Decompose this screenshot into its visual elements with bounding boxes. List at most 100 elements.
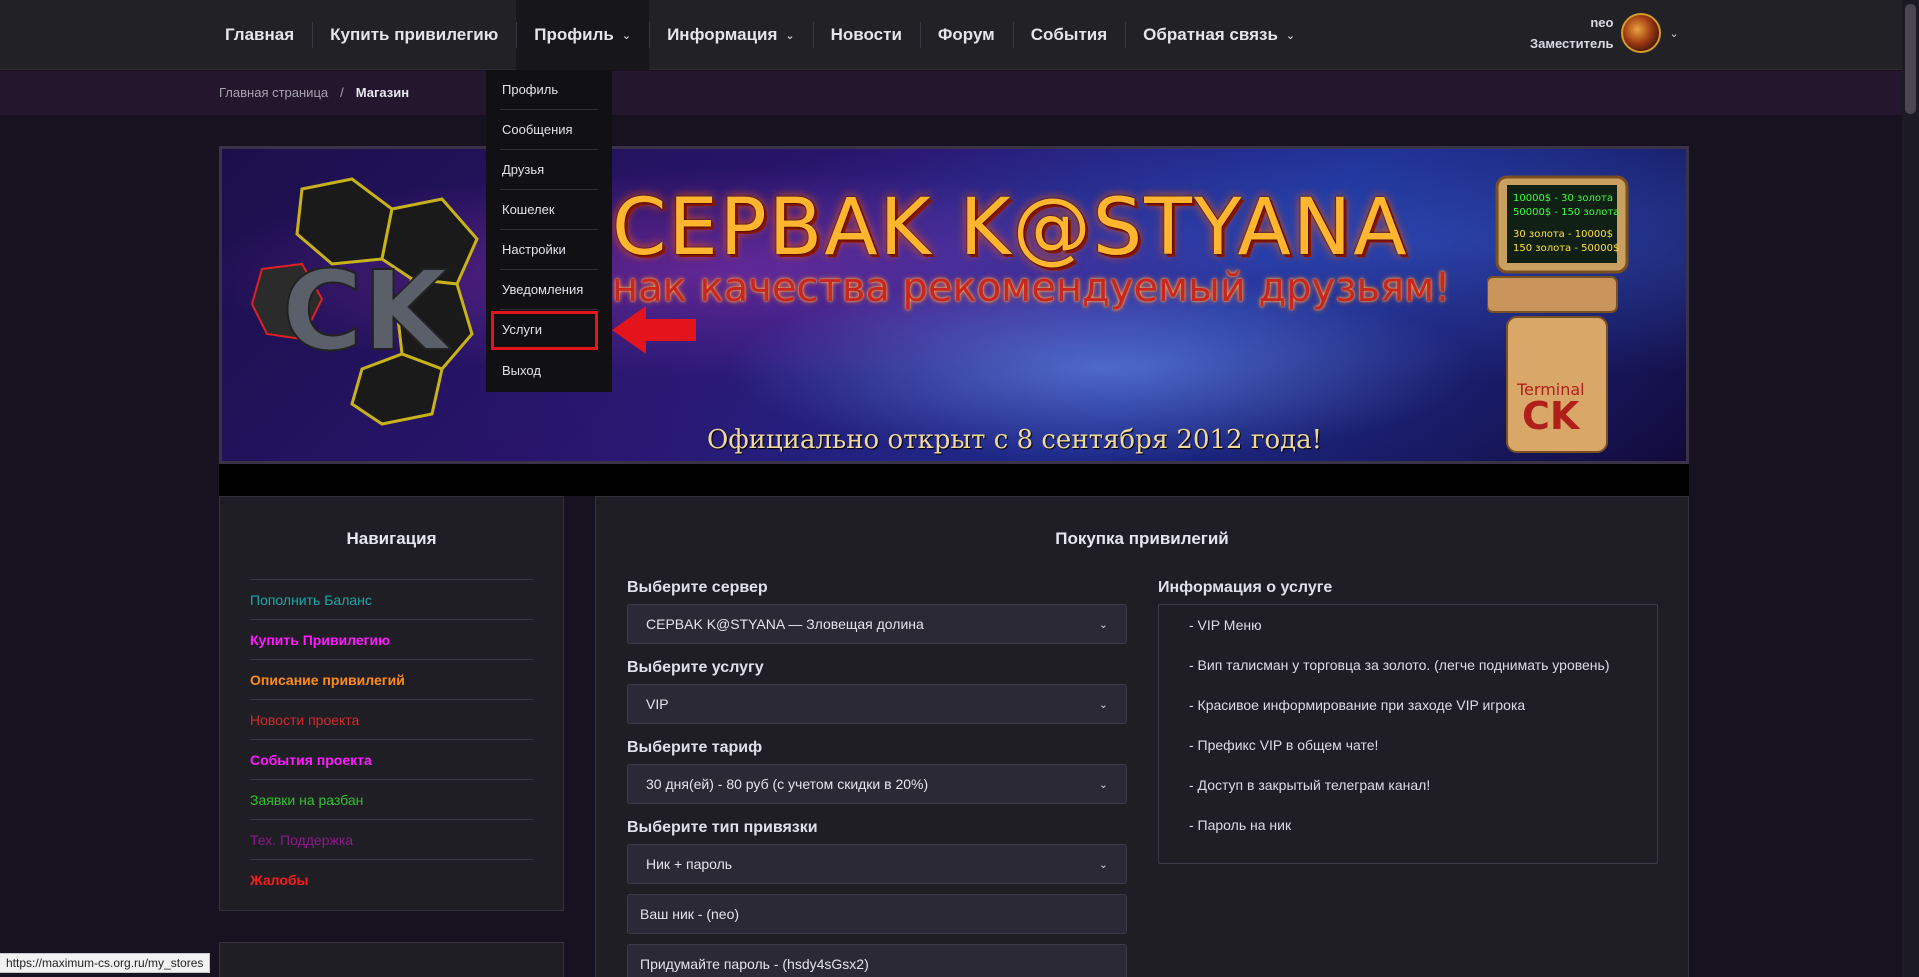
breadcrumb-current: Магазин xyxy=(355,85,410,100)
sidebar-item-label: Пополнить Баланс xyxy=(250,591,372,608)
chevron-down-icon: ⌄ xyxy=(785,29,795,42)
user-menu[interactable]: neo Заместитель ⌄ xyxy=(1530,12,1679,54)
banner-footer: Официально открыт с 8 сентября 2012 года… xyxy=(707,425,1323,455)
avatar[interactable] xyxy=(1621,13,1662,53)
nick-input[interactable]: Ваш ник - (neo) xyxy=(627,894,1127,934)
nav-label: Профиль xyxy=(534,25,614,44)
dropdown-item-friends[interactable]: Друзья xyxy=(500,150,598,190)
sidebar-item-unban-requests[interactable]: Заявки на разбан xyxy=(250,779,533,819)
scrollbar-thumb[interactable] xyxy=(1905,4,1916,114)
site-banner: CK CEPBAK K@STYANA нак качества рекоменд… xyxy=(219,146,1689,464)
nav-label: События xyxy=(1030,25,1108,44)
service-select[interactable]: VIP ⌄ xyxy=(627,684,1127,724)
user-name: neo xyxy=(1590,15,1614,30)
sidebar-item-label: Тех. Поддержка xyxy=(250,831,354,848)
browser-status-url: https://maximum-cs.org.ru/my_stores xyxy=(0,953,211,973)
services-highlight-box xyxy=(491,311,598,350)
breadcrumb-bar: Главная страница / Магазин xyxy=(0,71,1919,115)
chevron-down-icon: ⌄ xyxy=(1285,29,1296,42)
terminal-image: 10000$ - 30 золота 50000$ - 150 золота 3… xyxy=(1487,175,1629,453)
breadcrumb-home[interactable]: Главная страница xyxy=(219,85,328,100)
sidebar-item-label: Заявки на разбан xyxy=(250,791,364,808)
service-info-label: Информация о услуге xyxy=(1158,579,1333,596)
service-info-box: - VIP Меню - Вип талисман у торговца за … xyxy=(1158,604,1658,864)
password-input[interactable]: Придумайте пароль - (hsdy4sGsx2) xyxy=(627,944,1127,977)
main-nav: Главная Купить привилегию Профиль ⌄ Инфор… xyxy=(207,0,1313,70)
nav-label: Главная xyxy=(225,25,295,44)
nav-item-news[interactable]: Новости xyxy=(812,0,920,70)
chevron-down-icon: ⌄ xyxy=(1098,778,1108,791)
sidebar-item-privilege-description[interactable]: Описание привилегий xyxy=(250,659,533,699)
banner-subtitle: нак качества рекомендуемый друзьям! xyxy=(612,265,1451,311)
top-navbar: Главная Купить привилегию Профиль ⌄ Инфор… xyxy=(0,0,1919,70)
server-select-value: CEPBAK K@STYANA — Зловещая долина xyxy=(646,616,924,632)
terminal-line: 10000$ - 30 золота xyxy=(1513,193,1613,204)
nav-item-info[interactable]: Информация ⌄ xyxy=(649,0,813,70)
nav-label: Купить привилегию xyxy=(330,25,499,44)
chevron-down-icon: ⌄ xyxy=(1098,618,1108,631)
dropdown-item-profile[interactable]: Профиль xyxy=(500,70,598,110)
nav-label: Обратная связь xyxy=(1143,25,1278,44)
breadcrumb-separator: / xyxy=(340,85,344,100)
binding-select[interactable]: Ник + пароль ⌄ xyxy=(627,844,1127,884)
terminal-line: 50000$ - 150 золота xyxy=(1513,207,1619,218)
nav-item-home[interactable]: Главная xyxy=(207,0,312,70)
ck-logo-image: CK xyxy=(250,177,479,426)
dropdown-item-notifications[interactable]: Уведомления xyxy=(500,270,598,310)
sidebar-item-project-news[interactable]: Новости проекта xyxy=(250,699,533,739)
banner-title: CEPBAK K@STYANA xyxy=(612,183,1409,273)
sidebar-item-project-events[interactable]: События проекта xyxy=(250,739,533,779)
sidebar-item-support[interactable]: Тех. Поддержка xyxy=(250,819,533,859)
user-info: neo Заместитель xyxy=(1530,12,1613,54)
service-info-item: - Префикс VIP в общем чате! xyxy=(1189,737,1379,753)
nav-item-feedback[interactable]: Обратная связь ⌄ xyxy=(1125,0,1313,70)
nav-label: Информация xyxy=(667,25,778,44)
nick-input-placeholder: Ваш ник - (neo) xyxy=(640,906,740,922)
chevron-down-icon: ⌄ xyxy=(621,29,632,42)
sidebar-panel-2 xyxy=(219,942,564,977)
service-info-item: - Пароль на ник xyxy=(1189,817,1292,833)
dropdown-item-messages[interactable]: Сообщения xyxy=(500,110,598,150)
sidebar-item-label: Жалобы xyxy=(250,871,309,888)
tariff-label: Выберите тариф xyxy=(627,739,763,756)
binding-label: Выберите тип привязки xyxy=(627,819,818,836)
sidebar-item-buy-privilege[interactable]: Купить Привилегию xyxy=(250,619,533,659)
binding-select-value: Ник + пароль xyxy=(646,856,733,872)
sidebar-item-label: События проекта xyxy=(250,751,372,768)
dropdown-item-logout[interactable]: Выход xyxy=(500,350,598,390)
server-select[interactable]: CEPBAK K@STYANA — Зловещая долина ⌄ xyxy=(627,604,1127,644)
tariff-select-value: 30 дня(ей) - 80 руб (с учетом скидки в 2… xyxy=(646,776,929,792)
chevron-down-icon: ⌄ xyxy=(1098,698,1108,711)
terminal-line: 30 золота - 10000$ xyxy=(1513,229,1613,240)
service-info-item: - Вип талисман у торговца за золото. (ле… xyxy=(1189,657,1610,673)
nav-label: Форум xyxy=(937,25,995,44)
nav-item-forum[interactable]: Форум xyxy=(919,0,1013,70)
tariff-select[interactable]: 30 дня(ей) - 80 руб (с учетом скидки в 2… xyxy=(627,764,1127,804)
chevron-down-icon[interactable]: ⌄ xyxy=(1669,27,1678,40)
sidebar-title: Навигация xyxy=(346,529,437,548)
page-scrollbar[interactable] xyxy=(1902,0,1919,977)
sidebar-item-complaints[interactable]: Жалобы xyxy=(250,859,533,899)
service-select-value: VIP xyxy=(646,696,669,712)
terminal-logo: CK xyxy=(1522,394,1581,438)
ck-logo-text: CK xyxy=(282,247,452,375)
service-info-item: - VIP Меню xyxy=(1189,617,1262,633)
sidebar-item-topup[interactable]: Пополнить Баланс xyxy=(250,579,533,619)
nav-label: Новости xyxy=(830,25,902,44)
service-info-item: - Доступ в закрытый телеграм канал! xyxy=(1189,777,1431,793)
service-label: Выберите услугу xyxy=(627,659,764,676)
nav-item-events[interactable]: События xyxy=(1012,0,1125,70)
chevron-down-icon: ⌄ xyxy=(1098,858,1108,871)
sidebar-list: Пополнить Баланс Купить Привилегию Описа… xyxy=(250,579,533,899)
dropdown-item-settings[interactable]: Настройки xyxy=(500,230,598,270)
breadcrumb: Главная страница / Магазин xyxy=(219,85,409,100)
sidebar-navigation: Навигация Пополнить Баланс Купить Привил… xyxy=(219,496,564,911)
sidebar-item-label: Купить Привилегию xyxy=(250,631,391,648)
terminal-line: 150 золота - 50000$ xyxy=(1513,243,1619,254)
user-role: Заместитель xyxy=(1530,36,1614,51)
dropdown-item-wallet[interactable]: Кошелек xyxy=(500,190,598,230)
password-input-placeholder: Придумайте пароль - (hsdy4sGsx2) xyxy=(640,956,869,972)
nav-item-profile[interactable]: Профиль ⌄ xyxy=(516,0,650,70)
server-label: Выберите сервер xyxy=(627,579,768,596)
nav-item-buy-privilege[interactable]: Купить привилегию xyxy=(312,0,516,70)
